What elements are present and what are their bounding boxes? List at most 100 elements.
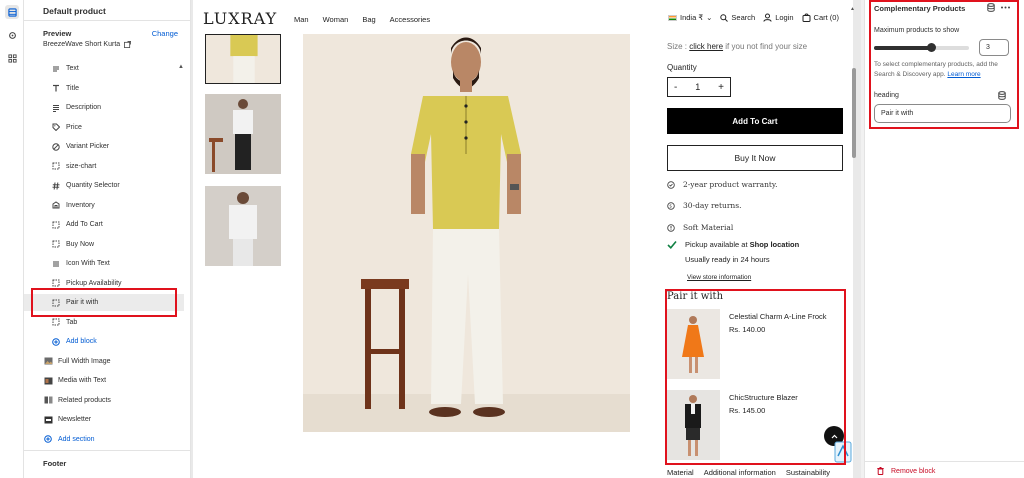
- sidebar-item-media-with-text[interactable]: Media with Text: [24, 372, 184, 389]
- product-name[interactable]: Celestial Charm A-Line Frock: [729, 312, 827, 321]
- block-icon: [51, 298, 61, 308]
- product-thumbnail[interactable]: [205, 186, 281, 266]
- feature-text: Soft Material: [683, 223, 734, 232]
- buy-now-button[interactable]: Buy It Now: [667, 145, 843, 171]
- store-page: LUXRAY Man Woman Bag Accessories India ₹…: [193, 0, 853, 478]
- sidebar-item-text[interactable]: Text: [24, 60, 184, 77]
- add-block-button[interactable]: Add block: [24, 333, 184, 350]
- help-text: To select complementary products, add th…: [874, 60, 1014, 80]
- block-icon: [51, 220, 61, 230]
- variant-icon: [51, 142, 61, 152]
- quantity-label: Quantity: [667, 63, 697, 72]
- block-icon: [51, 239, 61, 249]
- product-image[interactable]: [667, 309, 720, 379]
- size-chart-link[interactable]: click here: [689, 42, 723, 51]
- login-link[interactable]: Login: [763, 13, 794, 22]
- main-nav: Man Woman Bag Accessories: [294, 15, 430, 24]
- sidebar-item-icon-with-text[interactable]: Icon With Text: [24, 255, 184, 272]
- pickup-prefix: Pickup available at: [685, 240, 748, 249]
- sidebar-item-label: Media with Text: [58, 377, 107, 384]
- max-products-slider[interactable]: [874, 43, 969, 52]
- qty-minus-button[interactable]: -: [674, 82, 677, 93]
- change-preview-link[interactable]: Change: [152, 29, 178, 38]
- learn-more-link[interactable]: Learn more: [947, 71, 980, 78]
- sidebar-item-add-to-cart[interactable]: Add To Cart: [24, 216, 184, 233]
- sidebar-item-pickup-availability[interactable]: Pickup Availability: [24, 275, 184, 292]
- search-link[interactable]: Search: [720, 13, 755, 22]
- heading-input[interactable]: Pair it with: [874, 104, 1011, 123]
- sidebar-item-related-products[interactable]: Related products: [24, 392, 184, 409]
- tab-sustainability[interactable]: Sustainability: [786, 468, 830, 477]
- sidebar-item-size-chart[interactable]: size-chart: [24, 158, 184, 175]
- nav-item[interactable]: Woman: [323, 15, 349, 24]
- complementary-product[interactable]: ChicStructure Blazer Rs. 145.00: [667, 390, 843, 460]
- icon-rail: [0, 0, 24, 478]
- slider-handle[interactable]: [927, 43, 936, 52]
- view-store-link[interactable]: View store information: [687, 274, 751, 281]
- sidebar-item-buy-now[interactable]: Buy Now: [24, 236, 184, 253]
- sidebar-item-label: Text: [66, 65, 79, 72]
- qty-value[interactable]: 1: [695, 82, 700, 92]
- sidebar-item-label: Add section: [58, 435, 95, 443]
- product-main-image[interactable]: [303, 34, 630, 432]
- max-products-input[interactable]: 3: [979, 39, 1009, 56]
- size-guide-line: Size : click here if you not find your s…: [667, 42, 807, 51]
- pair-heading: Pair it with: [667, 291, 724, 302]
- sidebar-item-quantity-selector[interactable]: Quantity Selector: [24, 177, 184, 194]
- nav-item[interactable]: Bag: [362, 15, 375, 24]
- remove-block-button[interactable]: Remove block: [877, 467, 935, 475]
- tab-additional-information[interactable]: Additional information: [704, 468, 776, 477]
- preview-scrollbar[interactable]: [852, 68, 856, 158]
- tab-material[interactable]: Material: [667, 468, 694, 477]
- product-thumbnail[interactable]: [205, 94, 281, 174]
- sidebar-item-label: Price: [66, 123, 82, 131]
- app-badge-icon[interactable]: [834, 441, 852, 463]
- pickup-availability: Pickup available at Shop location Usuall…: [667, 240, 799, 264]
- india-flag-icon: [668, 14, 677, 21]
- sidebar-item-pair-it-with[interactable]: Pair it with: [24, 294, 184, 311]
- sidebar-item-tab[interactable]: Tab: [24, 314, 184, 331]
- store-logo[interactable]: LUXRAY: [203, 9, 277, 28]
- nav-item[interactable]: Accessories: [390, 15, 430, 24]
- cart-link[interactable]: Cart (0): [802, 13, 839, 22]
- sidebar-item-title[interactable]: Title: [24, 80, 184, 97]
- sidebar-item-full-width-image[interactable]: Full Width Image: [24, 353, 184, 370]
- preview-product[interactable]: BreezeWave Short Kurta: [43, 41, 132, 48]
- hash-icon: [51, 181, 61, 191]
- product-image[interactable]: [667, 390, 720, 460]
- svg-text:$: $: [669, 203, 672, 209]
- panel-actions: [987, 3, 1011, 12]
- sidebar-item-newsletter[interactable]: Newsletter: [24, 411, 184, 428]
- sidebar-item-variant-picker[interactable]: Variant Picker: [24, 138, 184, 155]
- sidebar-item-description[interactable]: Description: [24, 99, 184, 116]
- sidebar-item-label: Full Width Image: [58, 357, 111, 365]
- sidebar-item-inventory[interactable]: Inventory: [24, 197, 184, 214]
- plus-circle-icon: [43, 434, 53, 444]
- nav-item[interactable]: Man: [294, 15, 309, 24]
- max-products-label: Maximum products to show: [874, 27, 960, 34]
- database-icon[interactable]: [998, 91, 1006, 102]
- user-icon: [763, 13, 772, 22]
- product-tabs: Material Additional information Sustaina…: [667, 468, 830, 477]
- add-to-cart-button[interactable]: Add To Cart: [667, 108, 843, 134]
- gear-icon[interactable]: [5, 28, 19, 42]
- sidebar-item-label: Related products: [58, 396, 111, 404]
- quantity-stepper: - 1 +: [667, 77, 731, 97]
- sidebar-item-label: Pair it with: [66, 299, 99, 306]
- product-thumbnail[interactable]: [205, 34, 281, 84]
- search-icon: [720, 13, 729, 22]
- header-actions: India ₹ ⌄ Search Login Cart (0): [668, 13, 839, 22]
- more-options-icon[interactable]: [1000, 3, 1011, 12]
- trash-icon: [877, 467, 884, 475]
- apps-icon[interactable]: [5, 51, 19, 65]
- database-icon[interactable]: [987, 3, 995, 12]
- product-name[interactable]: ChicStructure Blazer: [729, 393, 798, 402]
- sections-icon[interactable]: [5, 5, 19, 19]
- qty-plus-button[interactable]: +: [718, 82, 724, 93]
- add-section-button[interactable]: Add section: [24, 431, 184, 448]
- sidebar-item-price[interactable]: Price: [24, 119, 184, 136]
- country-selector[interactable]: India ₹ ⌄: [668, 13, 712, 22]
- complementary-product[interactable]: Celestial Charm A-Line Frock Rs. 140.00: [667, 309, 843, 379]
- scroll-up-icon[interactable]: ▲: [850, 6, 855, 12]
- panel-title: Complementary Products: [874, 4, 966, 13]
